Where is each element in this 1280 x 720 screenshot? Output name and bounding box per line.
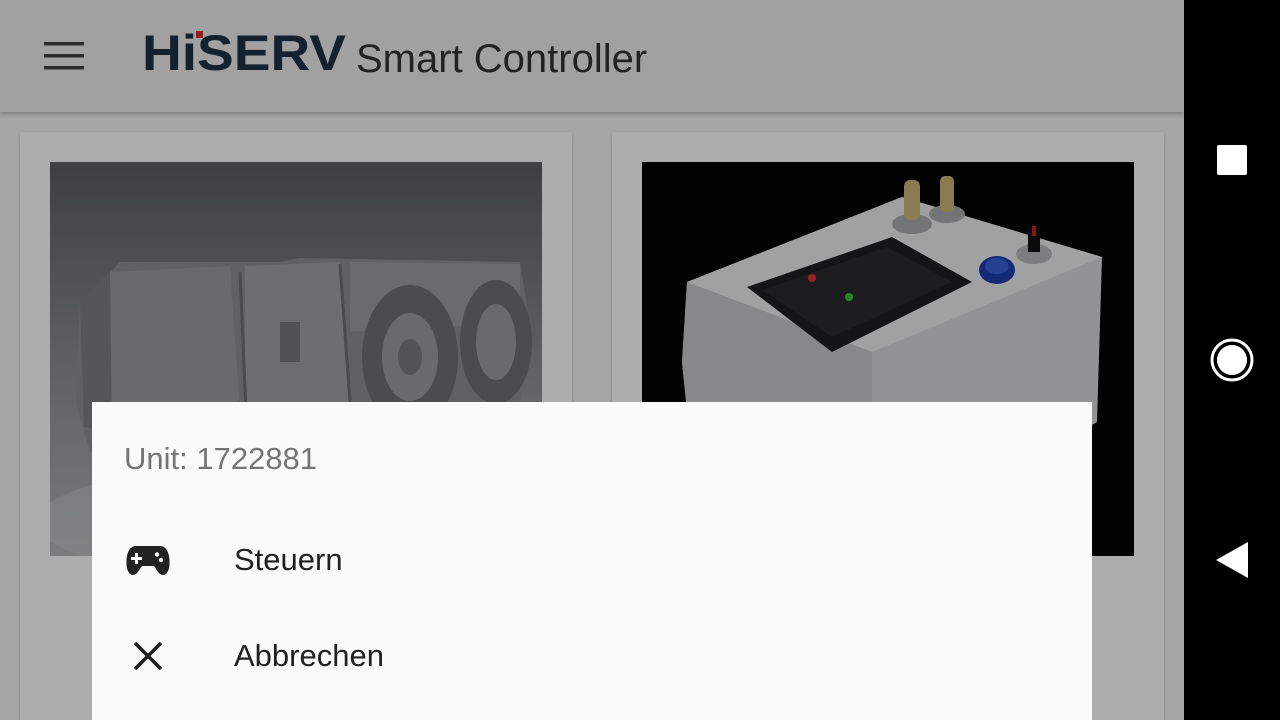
abbrechen-label: Abbrechen [234, 638, 384, 673]
home-icon [1210, 338, 1254, 382]
abbrechen-menu-item[interactable]: Abbrechen [92, 608, 1092, 704]
sheet-title: Unit: 1722881 [124, 441, 318, 476]
recent-apps-button[interactable] [1200, 128, 1264, 192]
back-icon [1216, 542, 1248, 578]
steuern-menu-item[interactable]: Steuern [92, 512, 1092, 608]
recent-apps-icon [1217, 145, 1247, 175]
system-nav-bar [1184, 0, 1280, 720]
back-button[interactable] [1200, 528, 1264, 592]
steuern-label: Steuern [234, 542, 343, 577]
home-button[interactable] [1200, 328, 1264, 392]
app-window: HiSERV Smart Controller Unit: 1722881 St… [0, 0, 1184, 720]
bottom-sheet: Unit: 1722881 Steuern Abbrechen [92, 402, 1092, 720]
close-icon [124, 632, 172, 680]
gamepad-icon [124, 536, 172, 584]
